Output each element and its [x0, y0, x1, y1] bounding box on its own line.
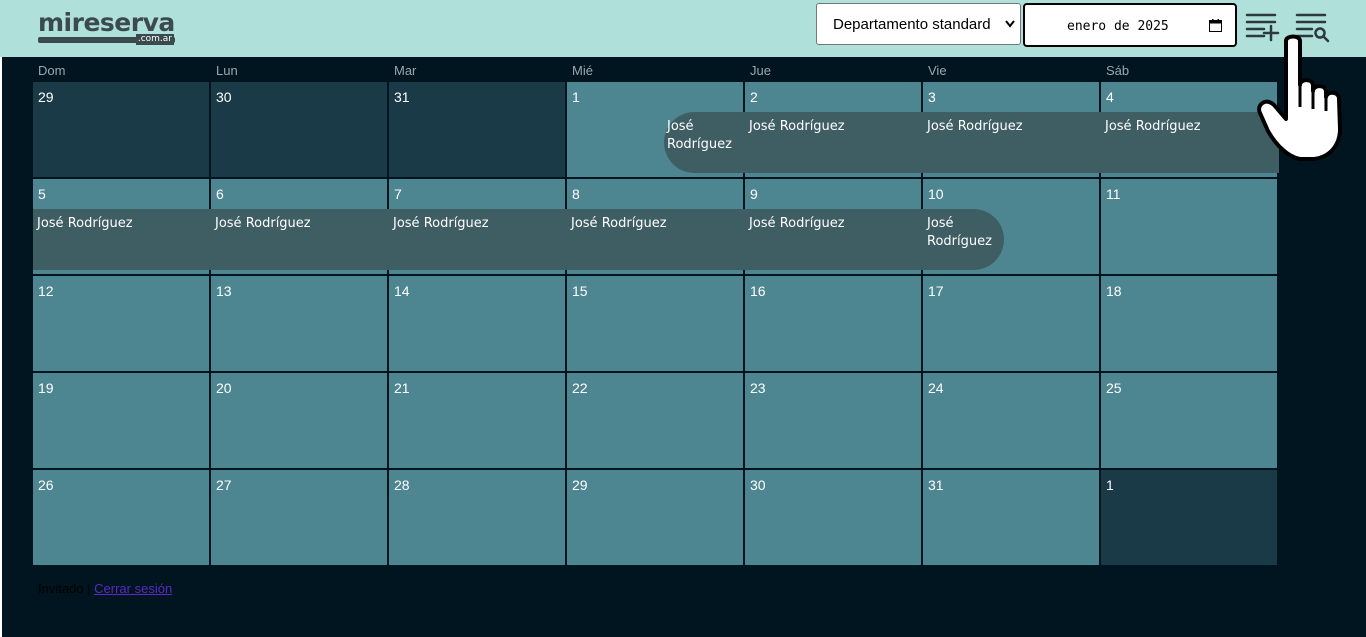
day-cell[interactable]: 16 — [745, 276, 921, 371]
day-cell[interactable]: 21 — [389, 373, 565, 468]
chevron-down-icon — [1004, 15, 1016, 36]
weekday-label: Vie — [928, 63, 947, 78]
weekday-label: Dom — [38, 63, 66, 78]
day-number: 31 — [394, 89, 410, 105]
reservation-event[interactable]: José Rodríguez — [389, 209, 567, 270]
footer: Invitado | Cerrar sesión — [38, 581, 172, 596]
day-cell[interactable]: 31 — [389, 82, 565, 177]
day-cell[interactable]: 29 — [33, 82, 209, 177]
top-bar: mireserva .com.ar Departamento standard … — [0, 0, 1366, 57]
reservation-event[interactable]: José Rodríguez — [33, 209, 211, 270]
day-number: 27 — [216, 477, 232, 493]
day-cell[interactable]: 28 — [389, 470, 565, 565]
weekday-label: Lun — [216, 63, 238, 78]
day-number: 24 — [928, 380, 944, 396]
day-number: 29 — [38, 89, 54, 105]
day-number: 11 — [1106, 186, 1121, 202]
reservation-event[interactable]: José Rodríguez — [1101, 112, 1279, 173]
day-number: 5 — [38, 186, 46, 202]
day-cell[interactable]: 30 — [745, 470, 921, 565]
pointer-hand-icon — [1256, 33, 1352, 163]
day-number: 1 — [572, 89, 580, 105]
day-cell[interactable]: 19 — [33, 373, 209, 468]
day-cell[interactable]: 25 — [1101, 373, 1277, 468]
day-number: 25 — [1106, 380, 1122, 396]
reservation-event[interactable]: José Rodríguez — [745, 112, 923, 173]
day-number: 12 — [38, 283, 54, 299]
weekday-label: Mié — [572, 63, 593, 78]
day-number: 21 — [394, 380, 410, 396]
day-cell[interactable]: 1 — [1101, 470, 1277, 565]
reservation-event[interactable]: José Rodríguez — [745, 209, 923, 270]
logo-domain: .com.ar — [135, 34, 174, 45]
day-number: 20 — [216, 380, 232, 396]
day-number: 26 — [38, 477, 54, 493]
day-cell[interactable]: 14 — [389, 276, 565, 371]
weekday-label: Sáb — [1106, 63, 1130, 78]
calendar-app: Dom Lun Mar Mié Jue Vie Sáb 29 30 31 1 2 3 4 5 6 7 8 9 10 1… — [2, 57, 1366, 637]
day-number: 30 — [750, 477, 766, 493]
property-select[interactable]: Departamento standard — [816, 3, 1021, 45]
day-cell[interactable]: 27 — [211, 470, 387, 565]
month-input-value: enero de 2025 — [1067, 19, 1169, 34]
day-number: 31 — [928, 477, 944, 493]
day-number: 1 — [1106, 477, 1114, 493]
reservation-event[interactable]: José Rodríguez — [923, 112, 1101, 173]
day-cell[interactable]: 15 — [567, 276, 743, 371]
day-number: 14 — [394, 283, 410, 299]
day-cell[interactable]: 11 — [1101, 179, 1277, 274]
day-cell[interactable]: 18 — [1101, 276, 1277, 371]
mireserva-logo[interactable]: mireserva .com.ar — [38, 8, 176, 46]
day-cell[interactable]: 30 — [211, 82, 387, 177]
day-number: 10 — [928, 186, 944, 202]
day-number: 15 — [572, 283, 588, 299]
day-number: 17 — [928, 283, 944, 299]
reservation-event[interactable]: José Rodríguez — [567, 209, 745, 270]
day-number: 2 — [750, 89, 758, 105]
reservation-event[interactable]: José Rodríguez — [664, 112, 745, 173]
day-number: 7 — [394, 186, 402, 202]
day-number: 8 — [572, 186, 580, 202]
day-cell[interactable]: 29 — [567, 470, 743, 565]
day-number: 23 — [750, 380, 766, 396]
day-number: 9 — [750, 186, 758, 202]
reservation-event[interactable]: José Rodríguez — [923, 209, 1004, 270]
day-cell[interactable]: 17 — [923, 276, 1099, 371]
day-cell[interactable]: 31 — [923, 470, 1099, 565]
day-cell[interactable]: 26 — [33, 470, 209, 565]
day-cell[interactable]: 24 — [923, 373, 1099, 468]
logout-link[interactable]: Cerrar sesión — [94, 581, 172, 596]
day-number: 13 — [216, 283, 232, 299]
day-number: 4 — [1106, 89, 1114, 105]
day-number: 30 — [216, 89, 232, 105]
day-cell[interactable]: 13 — [211, 276, 387, 371]
day-number: 6 — [216, 186, 224, 202]
weekday-label: Mar — [394, 63, 417, 78]
reservation-event[interactable]: José Rodríguez — [211, 209, 389, 270]
day-number: 3 — [928, 89, 936, 105]
day-number: 28 — [394, 477, 410, 493]
calendar-icon[interactable] — [1209, 19, 1222, 32]
day-number: 19 — [38, 380, 54, 396]
day-cell[interactable]: 12 — [33, 276, 209, 371]
day-number: 16 — [750, 283, 766, 299]
weekday-label: Jue — [750, 63, 771, 78]
property-select-value: Departamento standard — [833, 15, 991, 33]
user-label: Invitado | — [38, 581, 91, 596]
day-number: 18 — [1106, 283, 1122, 299]
day-number: 29 — [572, 477, 588, 493]
day-cell[interactable]: 22 — [567, 373, 743, 468]
day-number: 22 — [572, 380, 588, 396]
day-cell[interactable]: 20 — [211, 373, 387, 468]
month-input[interactable]: enero de 2025 — [1023, 3, 1237, 47]
day-cell[interactable]: 23 — [745, 373, 921, 468]
